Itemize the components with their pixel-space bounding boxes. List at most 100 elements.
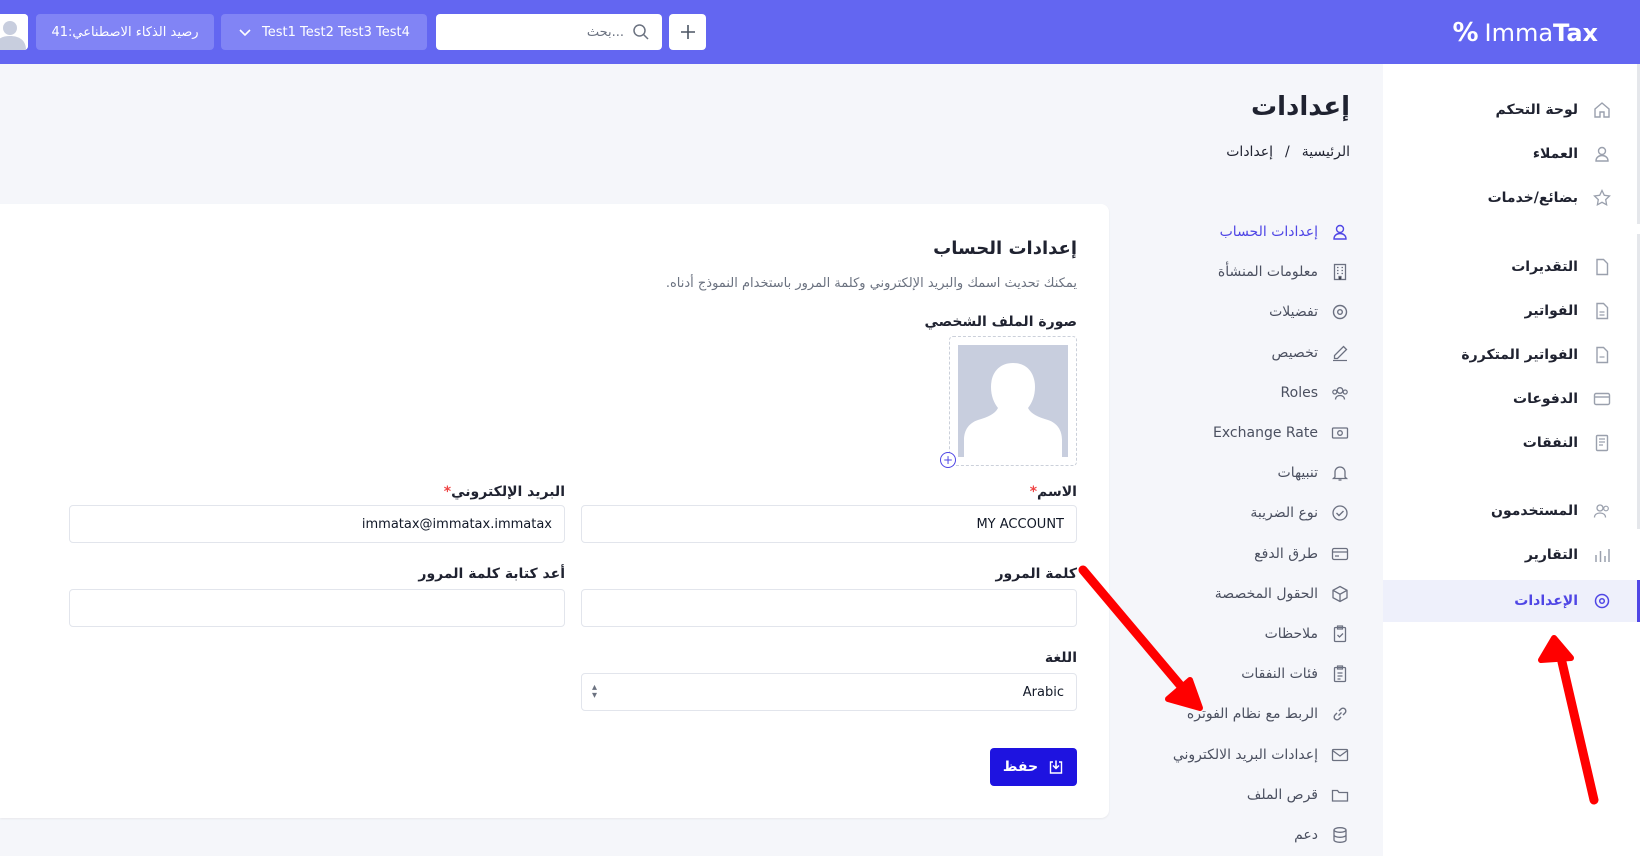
settings-nav-label: Exchange Rate [1213,425,1318,442]
add-button[interactable] [669,14,706,50]
main-sidebar: لوحة التحكم العملاء بضائع/خدمات التقديرا… [1383,64,1640,856]
cash-icon [1330,423,1350,443]
card-title: إعدادات الحساب [933,238,1077,259]
mail-icon [1330,745,1350,765]
settings-nav-label: تفضيلات [1269,304,1318,321]
ai-balance-button[interactable]: رصيد الذكاء الاصطناعي:41 [36,14,214,50]
settings-icon [1592,591,1612,611]
sidebar-item-recurring-invoices[interactable]: الفواتير المتكررة [1383,334,1640,376]
users-icon [1330,383,1350,403]
sidebar-item-reports[interactable]: التقارير [1383,534,1640,576]
settings-nav-payment-modes[interactable]: طرق الدفع [1140,534,1350,574]
settings-nav-customization[interactable]: تخصيص [1140,333,1350,373]
settings-nav-company[interactable]: معلومات المنشأة [1140,252,1350,292]
sidebar-item-payments[interactable]: الدفوعات [1383,378,1640,420]
settings-icon [1330,302,1350,322]
chart-icon [1592,545,1612,565]
sidebar-item-label: الدفوعات [1513,391,1578,407]
sidebar-item-label: لوحة التحكم [1495,102,1578,118]
company-selector-label: Test1 Test2 Test3 Test4 [262,24,410,40]
settings-nav-custom-fields[interactable]: الحقول المخصصة [1140,574,1350,614]
database-icon [1330,825,1350,845]
bell-icon [1330,463,1350,483]
email-label-text: البريد الإلكتروني [451,484,565,500]
plus-icon [680,25,695,39]
confirm-password-field[interactable] [69,589,565,627]
clipboard-list-icon [1330,664,1350,684]
settings-nav-notifications[interactable]: تنبيهات [1140,453,1350,493]
settings-nav-label: إعدادات البريد الالكتروني [1172,746,1318,763]
receipt-icon [1592,433,1612,453]
save-button[interactable]: حفظ [990,748,1077,786]
settings-nav-label: تخصيص [1271,344,1318,361]
search-input[interactable] [474,24,624,40]
settings-nav-mail[interactable]: إعدادات البريد الالكتروني [1140,734,1350,774]
email-field[interactable]: immatax@immatax.immatax [69,505,565,543]
sidebar-item-customers[interactable]: العملاء [1383,133,1640,175]
sidebar-item-label: العملاء [1532,146,1578,162]
settings-nav-tax-types[interactable]: نوع الضريبة [1140,493,1350,533]
sidebar-item-label: المستخدمون [1491,503,1578,519]
top-bar: % ImmaTax Test1 Test2 Test3 Test4 رصيد ا… [0,0,1640,64]
sidebar-item-settings[interactable]: الإعدادات [1383,580,1640,622]
sidebar-item-label: التقديرات [1511,259,1578,275]
settings-nav-label: نوع الضريبة [1250,505,1318,522]
avatar[interactable] [0,14,28,50]
logo[interactable]: % Imma Tax [1452,18,1598,48]
settings-nav-preferences[interactable]: تفضيلات [1140,292,1350,332]
user-icon [1330,222,1350,242]
company-selector[interactable]: Test1 Test2 Test3 Test4 [221,14,427,50]
invoice-icon [1592,301,1612,321]
document-icon [1592,257,1612,277]
edit-icon [1330,343,1350,363]
credit-card-icon [1330,544,1350,564]
sidebar-item-estimates[interactable]: التقديرات [1383,246,1640,288]
card-description: يمكنك تحديث اسمك والبريد الإلكتروني وكلم… [665,276,1077,291]
search-box[interactable] [436,14,662,50]
add-photo-icon[interactable]: + [940,452,956,468]
name-field[interactable]: MY ACCOUNT [581,505,1077,543]
settings-nav-exchange-rate[interactable]: Exchange Rate [1140,413,1350,453]
download-icon [1049,760,1063,774]
users-icon [1592,501,1612,521]
confirm-password-label: أعد كتابة كلمة المرور [418,566,565,582]
settings-nav-roles[interactable]: Roles [1140,373,1350,413]
sidebar-item-expenses[interactable]: النفقات [1383,422,1640,464]
link-icon [1330,704,1350,724]
name-label: الاسم* [1026,484,1077,500]
folder-icon [1330,785,1350,805]
settings-nav-label: تنبيهات [1277,465,1318,482]
settings-nav-support[interactable]: دعم [1140,815,1350,855]
settings-nav: إعدادات الحساب معلومات المنشأة تفضيلات ت… [1140,212,1350,855]
settings-nav-file-disk[interactable]: قرص الملف [1140,775,1350,815]
email-label: البريد الإلكتروني* [440,484,565,500]
breadcrumb-home[interactable]: الرئيسية [1302,144,1350,160]
clipboard-check-icon [1330,624,1350,644]
profile-photo-placeholder [958,345,1068,457]
sidebar-item-users[interactable]: المستخدمون [1383,490,1640,532]
check-circle-icon [1330,503,1350,523]
profile-photo-uploader[interactable] [949,336,1077,466]
sidebar-item-items[interactable]: بضائع/خدمات [1383,177,1640,219]
settings-nav-expense-categories[interactable]: فئات النفقات [1140,654,1350,694]
save-button-label: حفظ [1002,759,1039,775]
settings-nav-label: فئات النفقات [1241,666,1318,683]
sidebar-item-label: الإعدادات [1514,593,1578,609]
star-icon [1592,188,1612,208]
cube-icon [1330,584,1350,604]
settings-nav-einvoice-integration[interactable]: الربط مع نظام الفوتره [1140,694,1350,734]
language-label: اللغة [1044,650,1077,666]
settings-nav-label: دعم [1294,826,1318,843]
language-select[interactable]: Arabic ▴ ▾ [581,673,1077,711]
search-icon [633,24,649,40]
user-icon [1592,144,1612,164]
sidebar-item-label: التقارير [1524,547,1578,563]
sidebar-item-invoices[interactable]: الفواتير [1383,290,1640,332]
password-field[interactable] [581,589,1077,627]
sidebar-item-dashboard[interactable]: لوحة التحكم [1383,89,1640,131]
recurring-invoice-icon [1592,345,1612,365]
avatar-silhouette-icon [958,345,1068,457]
settings-nav-account[interactable]: إعدادات الحساب [1140,212,1350,252]
credit-card-icon [1592,389,1612,409]
settings-nav-notes[interactable]: ملاحظات [1140,614,1350,654]
